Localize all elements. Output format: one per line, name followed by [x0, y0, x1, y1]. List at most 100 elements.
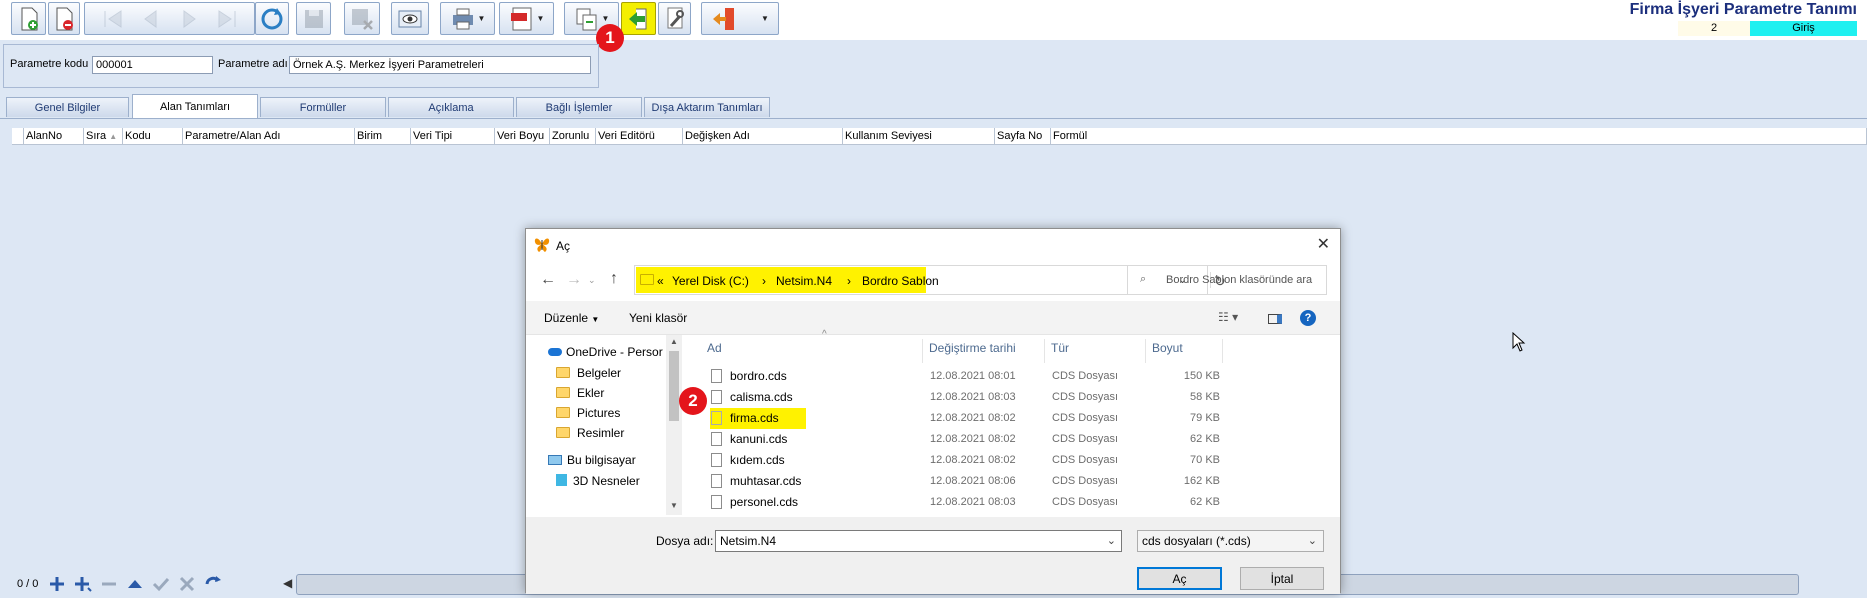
column-header-date[interactable]: Değiştirme tarihi [923, 339, 1045, 363]
column-header-size[interactable]: Boyut [1146, 339, 1223, 363]
preview-pane-icon[interactable] [1268, 314, 1282, 324]
cancel-button[interactable]: İptal [1240, 567, 1324, 590]
help-icon[interactable]: ? [1300, 310, 1316, 326]
file-row-selected[interactable]: firma.cds 12.08.2021 08:02 CDS Dosyası 79 K… [700, 408, 1230, 429]
scroll-up-icon[interactable]: ▲ [670, 337, 678, 346]
nav-item-resimler[interactable]: Resimler [556, 426, 624, 440]
folder-icon [556, 387, 570, 398]
export-pdf-button[interactable]: ▼ [499, 2, 554, 35]
tab-genel-bilgiler[interactable]: Genel Bilgiler [6, 97, 129, 117]
file-icon [711, 369, 722, 383]
caret-up-icon[interactable] [126, 575, 144, 593]
scroll-down-icon[interactable]: ▼ [670, 501, 678, 510]
nav-item-pictures[interactable]: Pictures [556, 406, 620, 420]
parameter-code-input[interactable]: 000001 [92, 56, 213, 74]
forward-arrow-icon[interactable]: → [566, 271, 582, 289]
preview-button[interactable] [391, 2, 429, 35]
search-box[interactable]: ⌕ Bordro Sablon klasöründe ara [1127, 265, 1327, 295]
print-button[interactable]: ▼ [440, 2, 495, 35]
check-icon[interactable] [152, 575, 170, 593]
file-icon [711, 432, 722, 446]
new-record-button[interactable] [11, 2, 46, 35]
grid-header-degisken-adi[interactable]: Değişken Adı [683, 128, 843, 145]
nav-item-bu-bilgisayar[interactable]: Bu bilgisayar [548, 453, 636, 467]
file-row[interactable]: calisma.cds 12.08.2021 08:03 CDS Dosyası 58… [700, 389, 1230, 407]
new-folder-button[interactable]: Yeni klasör [629, 311, 687, 325]
tab-alan-tanimlari[interactable]: Alan Tanımları [132, 94, 258, 118]
grid-header-veri-boyu[interactable]: Veri Boyu [495, 128, 550, 145]
back-arrow-icon[interactable]: ← [540, 271, 556, 289]
nav-item-ekler[interactable]: Ekler [556, 386, 604, 400]
minus-icon[interactable] [100, 575, 118, 593]
grid-header-parametre-alan-adi[interactable]: Parametre/Alan Adı [183, 128, 355, 145]
address-bar[interactable]: « Yerel Disk (C:) › Netsim.N4 › Bordro S… [634, 265, 1211, 295]
chevron-down-icon[interactable]: ▼ [537, 14, 545, 23]
up-arrow-icon[interactable]: ↑ [610, 270, 618, 288]
organize-menu[interactable]: Düzenle ▼ [544, 311, 599, 325]
open-button[interactable]: Aç [1137, 567, 1222, 590]
record-navigation-group [84, 2, 255, 35]
refresh-button[interactable] [255, 2, 289, 35]
nav-item-belgeler[interactable]: Belgeler [556, 366, 621, 380]
last-record-icon[interactable] [214, 6, 240, 32]
tab-disa-aktarim[interactable]: Dışa Aktarım Tanımları [644, 97, 770, 117]
tab-formuller[interactable]: Formüller [260, 97, 386, 117]
scroll-left-icon[interactable]: ◀ [283, 576, 292, 590]
file-icon [711, 390, 722, 404]
file-row[interactable]: muhtasar.cds 12.08.2021 08:06 CDS Dosyası 1… [700, 473, 1230, 491]
file-icon [711, 495, 722, 509]
file-row[interactable]: bordro.cds 12.08.2021 08:01 CDS Dosyası 150… [700, 368, 1230, 386]
close-icon[interactable]: ✕ [1317, 234, 1330, 254]
nav-item-onedrive[interactable]: OneDrive - Persor [548, 345, 663, 359]
nav-scrollbar-thumb[interactable] [669, 351, 679, 421]
grid-header-sayfa-no[interactable]: Sayfa No [995, 128, 1051, 145]
import-button[interactable] [621, 2, 656, 35]
filename-input[interactable]: Netsim.N4 ⌄ [715, 530, 1122, 552]
chevron-down-icon[interactable]: ⌄ [1308, 531, 1317, 551]
refresh-icon [261, 7, 283, 29]
filetype-select[interactable]: cds dosyaları (*.cds) ⌄ [1137, 530, 1324, 552]
tab-aciklama[interactable]: Açıklama [388, 97, 514, 117]
nav-item-3d-nesneler[interactable]: 3D Nesneler [556, 474, 640, 488]
file-row[interactable]: kanuni.cds 12.08.2021 08:02 CDS Dosyası 62 … [700, 431, 1230, 449]
grid-header-sira[interactable]: Sıra ▲ [84, 128, 123, 145]
chevron-down-icon[interactable]: ⌄ [588, 275, 596, 286]
insert-icon[interactable] [74, 575, 92, 593]
chevron-down-icon[interactable]: ▼ [478, 14, 486, 23]
close-icon[interactable] [178, 575, 196, 593]
grid-header-kullanim-seviyesi[interactable]: Kullanım Seviyesi [843, 128, 995, 145]
grid-header-veri-editoru[interactable]: Veri Editörü [596, 128, 683, 145]
plus-icon[interactable] [48, 575, 66, 593]
save-button[interactable] [296, 2, 331, 35]
settings-button[interactable] [658, 2, 691, 35]
refresh-icon[interactable] [204, 575, 222, 593]
file-row[interactable]: kıdem.cds 12.08.2021 08:02 CDS Dosyası 70 K… [700, 452, 1230, 470]
breadcrumb-bordro-sablon[interactable]: Bordro Sablon [862, 274, 939, 288]
tab-bagli-islemler[interactable]: Bağlı İşlemler [516, 97, 642, 117]
grid-header-kodu[interactable]: Kodu [123, 128, 183, 145]
grid-header-zorunlu[interactable]: Zorunlu [550, 128, 596, 145]
previous-record-icon[interactable] [138, 6, 164, 32]
copy-icon [576, 8, 597, 30]
chevron-down-icon[interactable]: ⌄ [1107, 531, 1116, 551]
exit-button[interactable]: ▼ [701, 2, 779, 35]
grid-header-formul[interactable]: Formül [1051, 128, 1867, 145]
eye-icon [398, 10, 422, 27]
breadcrumb-local-disk[interactable]: Yerel Disk (C:) [672, 274, 749, 288]
cancel-save-button[interactable] [344, 2, 380, 35]
file-row[interactable]: personel.cds 12.08.2021 08:03 CDS Dosyası 6… [700, 494, 1230, 512]
next-record-icon[interactable] [176, 6, 202, 32]
column-header-type[interactable]: Tür [1045, 339, 1146, 363]
parameter-name-input[interactable]: Örnek A.Ş. Merkez İşyeri Parametreleri [289, 56, 591, 74]
chevron-down-icon[interactable]: ▼ [602, 14, 610, 23]
grid-header-veri-tipi[interactable]: Veri Tipi [411, 128, 495, 145]
nav-scrollbar[interactable]: ▲ ▼ [666, 335, 682, 515]
view-options-icon[interactable]: ☷ ▾ [1218, 310, 1238, 324]
grid-header-alanno[interactable]: AlanNo [24, 128, 84, 145]
breadcrumb-netsim[interactable]: Netsim.N4 [776, 274, 832, 288]
column-header-name[interactable]: Ad [701, 339, 923, 363]
chevron-down-icon[interactable]: ▼ [761, 14, 769, 23]
delete-record-button[interactable] [48, 2, 80, 35]
grid-header-birim[interactable]: Birim [355, 128, 411, 145]
first-record-icon[interactable] [100, 6, 126, 32]
